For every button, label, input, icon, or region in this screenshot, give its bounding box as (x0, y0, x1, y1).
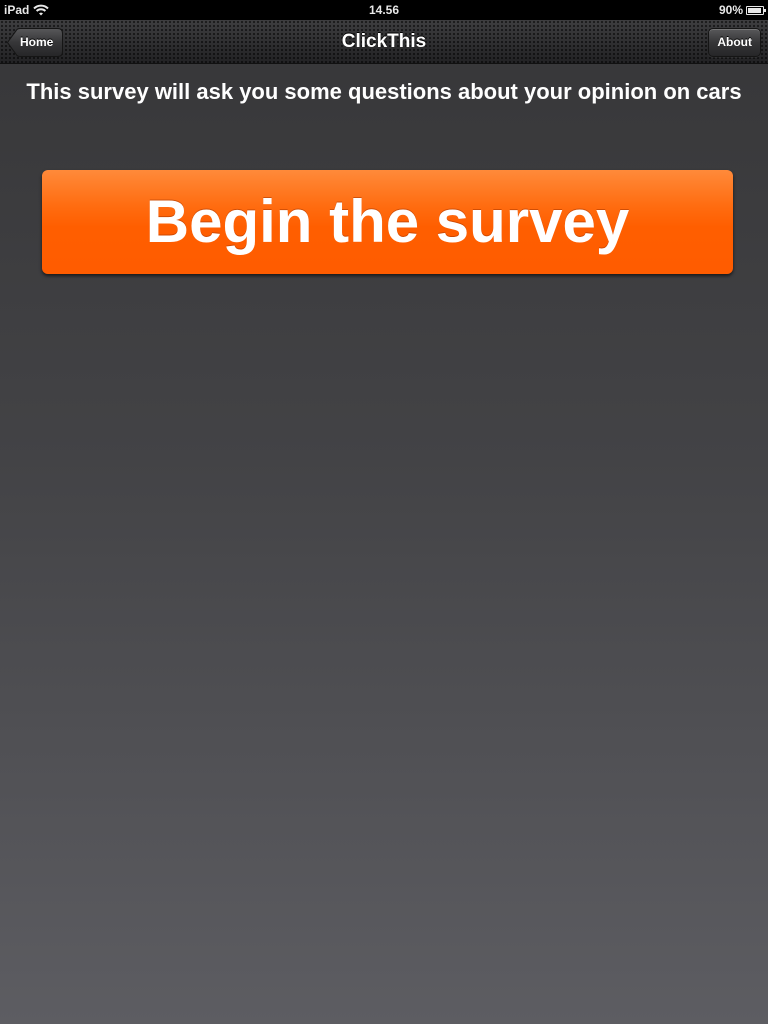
status-bar: iPad 14.56 90% (0, 0, 768, 20)
battery-fill (748, 7, 761, 13)
status-time: 14.56 (368, 3, 400, 17)
page-title: ClickThis (341, 31, 427, 52)
navigation-bar: Home ClickThis About (0, 20, 768, 64)
survey-intro-text: This survey will ask you some questions … (26, 79, 742, 104)
begin-survey-button[interactable]: Begin the survey (42, 170, 733, 274)
battery-percentage: 90% (718, 3, 743, 17)
about-button[interactable]: About (708, 28, 761, 57)
status-right: 90% (718, 3, 766, 17)
battery-icon (746, 5, 766, 15)
